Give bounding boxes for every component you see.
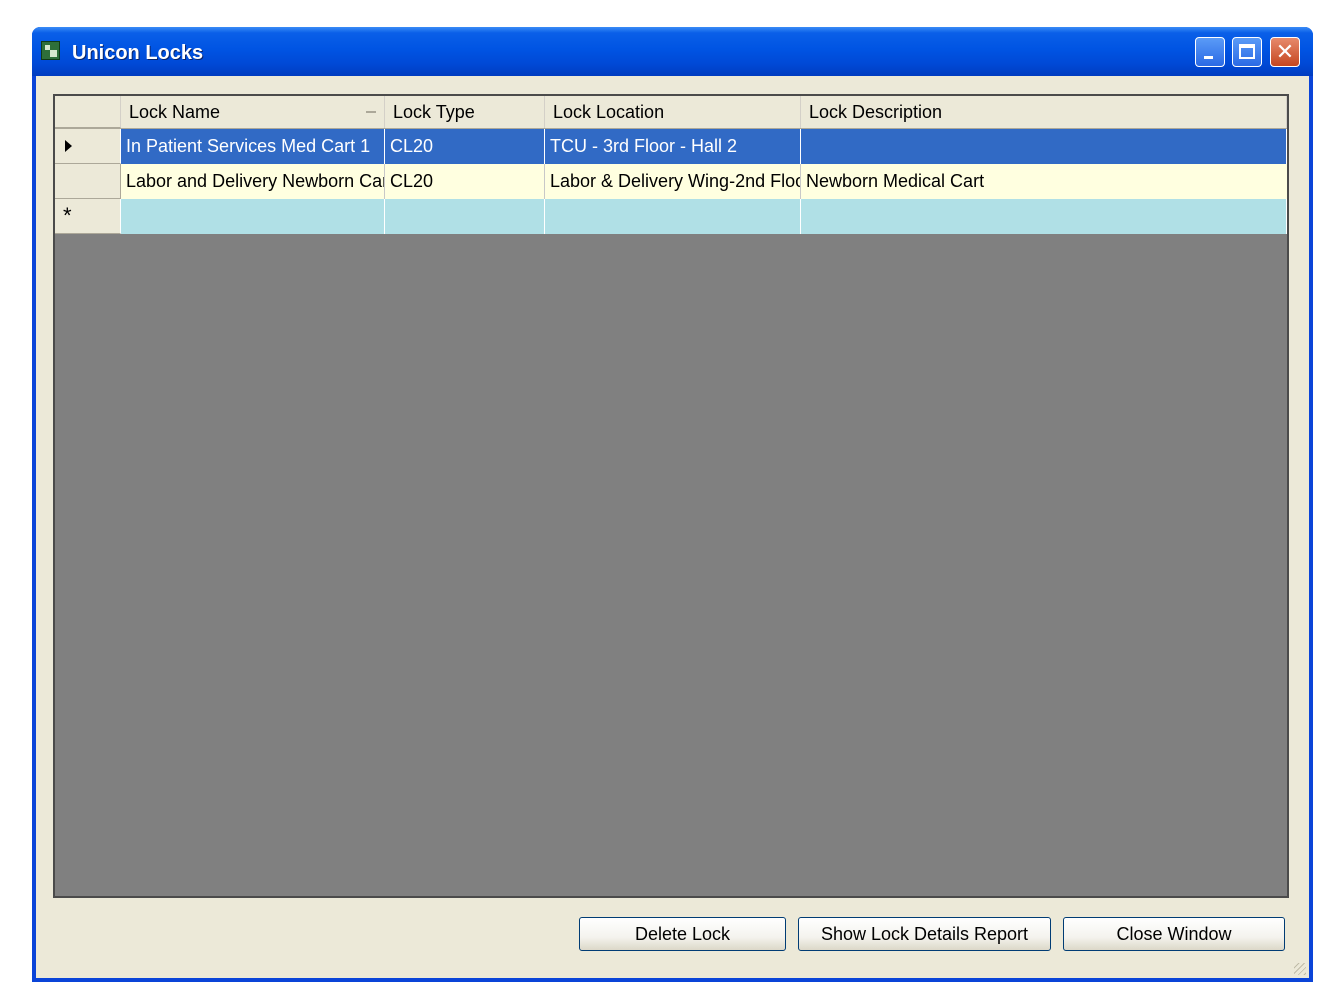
row-selector[interactable]: * xyxy=(55,199,121,234)
locks-data-grid[interactable]: Lock Name Lock Type Lock Location Lock D… xyxy=(53,94,1289,898)
current-row-arrow-icon xyxy=(65,140,72,152)
cell-lock-type[interactable]: CL20 xyxy=(385,164,545,199)
cell-lock-type[interactable]: CL20 xyxy=(385,129,545,164)
close-icon: ✕ xyxy=(1275,39,1295,64)
cell-lock-description[interactable]: Newborn Medical Cart xyxy=(801,164,1287,199)
row-selector[interactable] xyxy=(55,164,121,199)
column-header-label: Lock Description xyxy=(809,102,943,122)
close-window-button[interactable]: ✕ xyxy=(1270,37,1300,67)
minimize-button[interactable] xyxy=(1195,37,1225,67)
cell-lock-description[interactable] xyxy=(801,199,1287,234)
cell-lock-name[interactable]: In Patient Services Med Cart 1 xyxy=(121,129,385,164)
column-header-label: Lock Type xyxy=(393,102,475,122)
column-header-lock-location[interactable]: Lock Location xyxy=(545,96,801,128)
cell-lock-name[interactable]: Labor and Delivery Newborn Cart xyxy=(121,164,385,199)
column-header-lock-type[interactable]: Lock Type xyxy=(385,96,545,128)
new-row[interactable]: * xyxy=(55,199,1287,234)
maximize-button[interactable] xyxy=(1232,37,1262,67)
column-header-label: Lock Location xyxy=(553,102,665,122)
cell-lock-description[interactable] xyxy=(801,129,1287,164)
window-client-area: Lock Name Lock Type Lock Location Lock D… xyxy=(36,76,1309,978)
cell-lock-type[interactable] xyxy=(385,199,545,234)
table-row[interactable]: Labor and Delivery Newborn Cart CL20 Lab… xyxy=(55,164,1287,199)
cell-lock-location[interactable]: Labor & Delivery Wing-2nd Floor xyxy=(545,164,801,199)
cell-lock-name[interactable] xyxy=(121,199,385,234)
table-row[interactable]: In Patient Services Med Cart 1 CL20 TCU … xyxy=(55,129,1287,164)
unicon-locks-window: Unicon Locks ✕ Lock Name Lock Type Lock … xyxy=(32,27,1313,982)
resize-grip-icon[interactable] xyxy=(1294,963,1306,975)
column-header-lock-description[interactable]: Lock Description xyxy=(801,96,1287,128)
delete-lock-button[interactable]: Delete Lock xyxy=(579,917,786,951)
show-lock-details-report-button[interactable]: Show Lock Details Report xyxy=(798,917,1051,951)
minimize-icon xyxy=(1204,56,1213,59)
grid-header-row: Lock Name Lock Type Lock Location Lock D… xyxy=(55,96,1287,129)
unicon-app-icon[interactable] xyxy=(41,41,60,60)
row-selector-header[interactable] xyxy=(55,96,121,128)
new-row-asterisk-icon: * xyxy=(63,203,72,228)
column-header-lock-name[interactable]: Lock Name xyxy=(121,96,385,128)
title-bar[interactable]: Unicon Locks ✕ xyxy=(32,27,1313,76)
cell-lock-location[interactable]: TCU - 3rd Floor - Hall 2 xyxy=(545,129,801,164)
column-header-label: Lock Name xyxy=(129,102,221,122)
window-title: Unicon Locks xyxy=(72,42,204,64)
row-selector[interactable] xyxy=(55,129,121,164)
cell-lock-location[interactable] xyxy=(545,199,801,234)
sort-indicator-icon xyxy=(366,111,376,113)
close-window-action-button[interactable]: Close Window xyxy=(1063,917,1285,951)
maximize-icon xyxy=(1239,44,1255,59)
